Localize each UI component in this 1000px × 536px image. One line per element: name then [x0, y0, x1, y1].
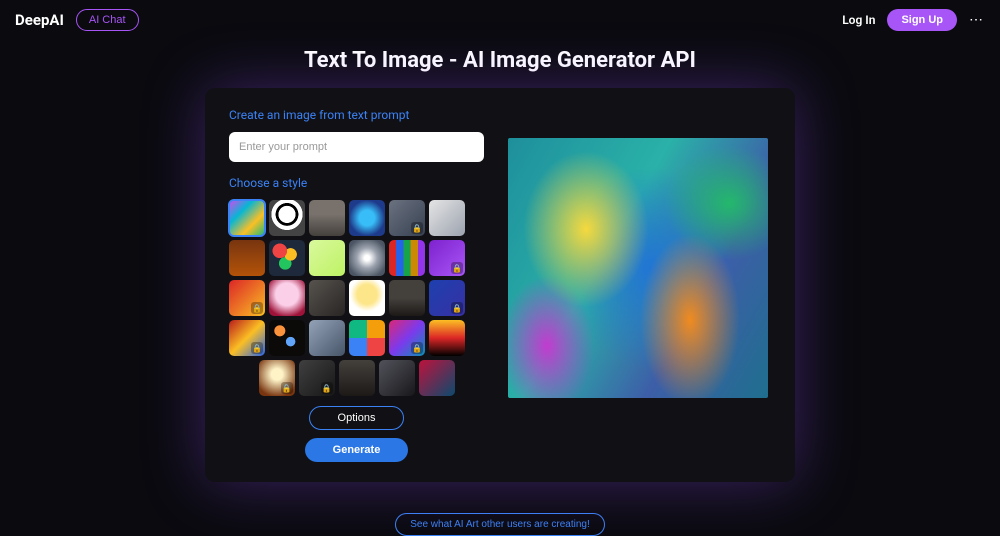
style-tile-fire[interactable]	[429, 320, 465, 356]
style-tile-paint[interactable]: 🔒	[389, 320, 425, 356]
lock-icon: 🔒	[321, 382, 333, 394]
style-tile-mystic[interactable]: 🔒	[259, 360, 295, 396]
button-row: Options Generate	[229, 406, 484, 462]
header-right: Log In Sign Up ⋯	[842, 9, 985, 31]
style-tile-abstract[interactable]	[229, 200, 265, 236]
bottom-cta: See what AI Art other users are creating…	[0, 512, 1000, 536]
main-card: Create an image from text prompt Choose …	[205, 88, 795, 482]
style-tile-app-icons[interactable]	[349, 320, 385, 356]
style-tile-geometric[interactable]	[309, 320, 345, 356]
style-label: Choose a style	[229, 176, 484, 190]
page-title: Text To Image - AI Image Generator API	[0, 48, 1000, 73]
style-grid-last-row: 🔒🔒	[229, 360, 484, 396]
style-tile-woman[interactable]	[339, 360, 375, 396]
style-tile-scifi[interactable]: 🔒	[429, 280, 465, 316]
style-tile-books[interactable]	[389, 240, 425, 276]
style-tile-renaissance[interactable]	[229, 240, 265, 276]
style-grid: 🔒🔒🔒🔒🔒🔒🔒🔒	[229, 200, 484, 396]
style-tile-landscape[interactable]	[309, 200, 345, 236]
left-pane: Create an image from text prompt Choose …	[229, 108, 484, 462]
login-link[interactable]: Log In	[842, 13, 875, 27]
header-left: DeepAI AI Chat	[15, 9, 139, 31]
style-tile-pop-art[interactable]	[349, 280, 385, 316]
style-tile-cyber[interactable]	[419, 360, 455, 396]
style-tile-dark[interactable]: 🔒	[299, 360, 335, 396]
ai-chat-button[interactable]: AI Chat	[76, 9, 139, 31]
lock-icon: 🔒	[251, 302, 263, 314]
style-tile-sketch[interactable]	[429, 200, 465, 236]
style-tile-balloons[interactable]	[269, 240, 305, 276]
lock-icon: 🔒	[451, 262, 463, 274]
generate-button[interactable]: Generate	[305, 438, 409, 462]
style-tile-red-figure[interactable]: 🔒	[229, 280, 265, 316]
prompt-input[interactable]	[229, 132, 484, 162]
style-tile-crowd[interactable]	[309, 280, 345, 316]
lock-icon: 🔒	[451, 302, 463, 314]
signup-button[interactable]: Sign Up	[887, 9, 957, 31]
style-tile-purple[interactable]: 🔒	[429, 240, 465, 276]
style-tile-face[interactable]	[269, 280, 305, 316]
lock-icon: 🔒	[251, 342, 263, 354]
more-menu-icon[interactable]: ⋯	[969, 12, 985, 28]
style-tile-panda[interactable]	[269, 200, 305, 236]
lock-icon: 🔒	[411, 222, 423, 234]
style-tile-portrait[interactable]: 🔒	[389, 200, 425, 236]
card-glow-wrap: Create an image from text prompt Choose …	[195, 88, 805, 482]
style-tile-chrome[interactable]	[349, 240, 385, 276]
style-tile-thermal[interactable]: 🔒	[229, 320, 265, 356]
style-tile-dancers[interactable]	[309, 240, 345, 276]
options-button[interactable]: Options	[309, 406, 405, 430]
style-tile-house[interactable]	[389, 280, 425, 316]
see-others-button[interactable]: See what AI Art other users are creating…	[395, 513, 605, 536]
style-tile-robot[interactable]	[349, 200, 385, 236]
lock-icon: 🔒	[411, 342, 423, 354]
right-pane	[508, 108, 771, 462]
style-tile-bokeh[interactable]	[269, 320, 305, 356]
logo[interactable]: DeepAI	[15, 11, 64, 29]
header: DeepAI AI Chat Log In Sign Up ⋯	[0, 0, 1000, 40]
lock-icon: 🔒	[281, 382, 293, 394]
prompt-label: Create an image from text prompt	[229, 108, 484, 122]
preview-image	[508, 138, 768, 398]
style-tile-noir[interactable]	[379, 360, 415, 396]
